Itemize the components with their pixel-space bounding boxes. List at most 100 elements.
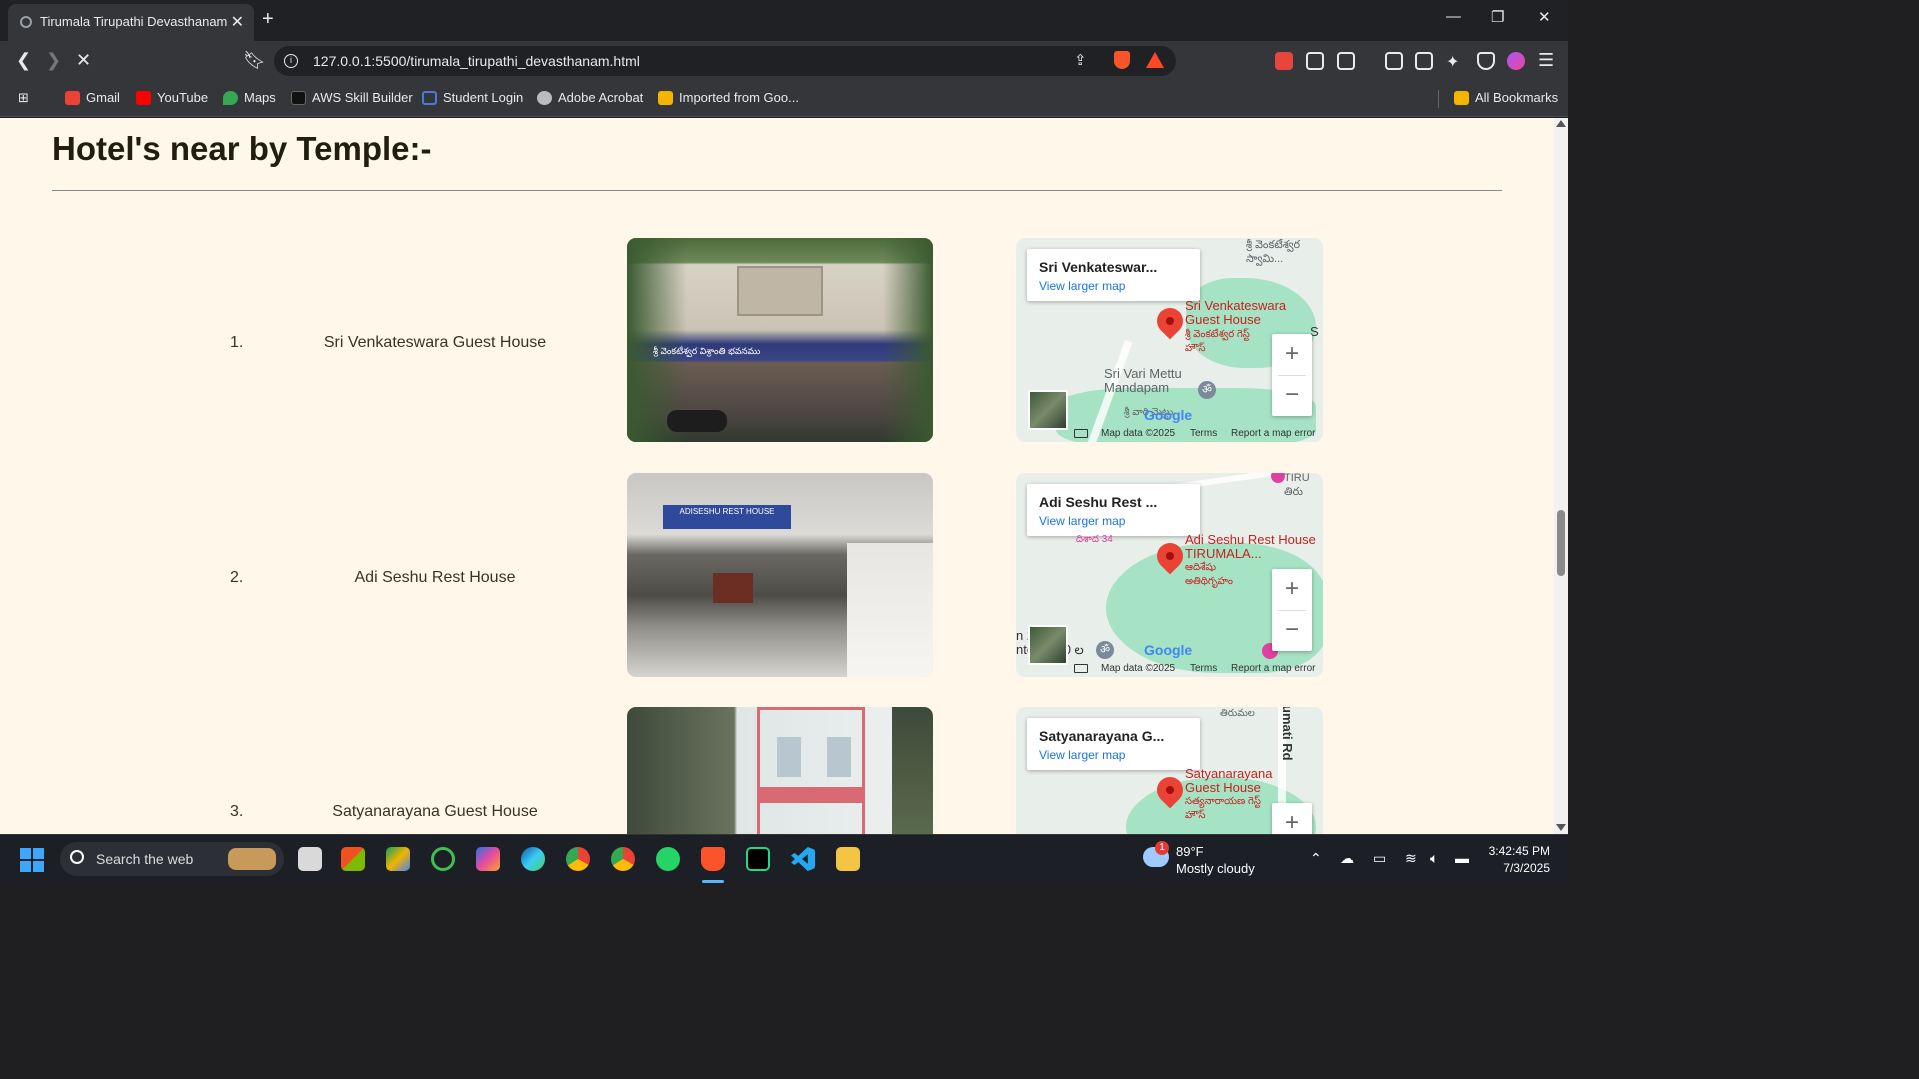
menu-icon[interactable]: ☰: [1538, 50, 1554, 71]
map-place-top: తిరుమల: [1220, 708, 1255, 719]
taskbar-search[interactable]: Search the web: [60, 842, 284, 876]
view-larger-map-link[interactable]: View larger map: [1039, 514, 1125, 528]
chrome-profile-icon[interactable]: [611, 847, 635, 871]
browser-tab-active[interactable]: Tirumala Tirupathi Devasthanam ✕: [8, 4, 254, 41]
zoom-out-icon[interactable]: −: [1272, 610, 1312, 651]
stop-loading-icon[interactable]: ✕: [76, 50, 91, 71]
site-info-icon[interactable]: i: [284, 54, 298, 68]
satellite-toggle[interactable]: [1028, 390, 1068, 430]
view-larger-map-link[interactable]: View larger map: [1039, 279, 1125, 293]
extension-red-icon[interactable]: [1275, 52, 1293, 70]
map-terms-link[interactable]: Terms: [1190, 428, 1217, 439]
tray-overflow-icon[interactable]: ⌃: [1310, 850, 1322, 867]
map-pin-label-te: సత్యనారాయణ గెస్ట్ హౌస్: [1185, 796, 1261, 821]
poi-marker-icon[interactable]: [1271, 473, 1285, 483]
scroll-up-icon[interactable]: [1556, 120, 1566, 127]
app-green-ring-icon[interactable]: [431, 847, 455, 871]
profile-avatar-icon[interactable]: [1507, 52, 1525, 70]
forward-icon[interactable]: ❯: [46, 50, 61, 71]
bookmark-imported[interactable]: Imported from Goo...: [658, 90, 799, 105]
microsoft-store-icon[interactable]: [341, 847, 365, 871]
hotel-map[interactable]: శ్రీ వెంకటేశ్వర స్వామి... Sri Venkateswa…: [1016, 238, 1323, 442]
file-explorer-icon[interactable]: [836, 847, 860, 871]
minimize-icon[interactable]: —: [1446, 8, 1461, 25]
windows-taskbar: Search the web 1 89°F Mostly cloudy ⌃ ☁ …: [0, 834, 1568, 883]
bookmark-all-bookmarks[interactable]: All Bookmarks: [1454, 90, 1558, 105]
heading-divider: [52, 190, 1502, 191]
vpn-shield-icon[interactable]: [1477, 52, 1495, 70]
volume-icon[interactable]: 🔈︎: [1430, 850, 1438, 867]
map-zoom-control[interactable]: + −: [1272, 803, 1312, 834]
vscode-icon[interactable]: [791, 847, 815, 871]
task-view-icon[interactable]: [298, 847, 322, 871]
weather-widget[interactable]: 89°F Mostly cloudy: [1176, 843, 1255, 877]
keyboard-shortcuts-icon[interactable]: [1074, 429, 1088, 438]
map-zoom-control[interactable]: + −: [1272, 334, 1312, 416]
display-icon[interactable]: ▭: [1373, 850, 1386, 867]
bookmark-adobe-acrobat[interactable]: Adobe Acrobat: [537, 90, 643, 105]
hotel-map[interactable]: TIRU తిరు Adi Seshu Rest ... View larger…: [1016, 473, 1323, 677]
bookmark-icon[interactable]: 🔖︎: [243, 50, 266, 71]
google-logo: Google: [1144, 407, 1193, 423]
google-drive-icon[interactable]: [386, 847, 410, 871]
keyboard-shortcuts-icon[interactable]: [1074, 664, 1088, 673]
satellite-toggle[interactable]: [1028, 625, 1068, 665]
bookmark-youtube[interactable]: YouTube: [136, 90, 208, 105]
bookmarks-bar: ⊞ Gmail YouTube Maps AWS Skill Builder S…: [0, 81, 1568, 117]
onedrive-icon[interactable]: ☁: [1340, 850, 1354, 867]
extensions-puzzle-icon[interactable]: [1306, 52, 1324, 70]
pycharm-icon[interactable]: [746, 847, 770, 871]
folder-icon: [658, 90, 673, 105]
url-text[interactable]: 127.0.0.1:5500/tirumala_tirupathi_devast…: [313, 53, 640, 69]
copilot-icon[interactable]: [476, 847, 500, 871]
bookmark-maps[interactable]: Maps: [223, 90, 276, 105]
hotel-row: 1. Sri Venkateswara Guest House శ్రీ వెం…: [0, 238, 1554, 442]
system-clock[interactable]: 3:42:45 PM 7/3/2025: [1470, 843, 1550, 877]
address-bar[interactable]: i 127.0.0.1:5500/tirumala_tirupathi_deva…: [274, 46, 1176, 76]
reader-mode-icon[interactable]: [1337, 52, 1355, 70]
temple-marker-icon[interactable]: ॐ: [1198, 381, 1216, 399]
brave-shields-icon[interactable]: [1114, 51, 1130, 69]
map-report-link[interactable]: Report a map error: [1231, 428, 1315, 439]
map-data-label: Map data ©2025: [1101, 663, 1176, 674]
scroll-down-icon[interactable]: [1556, 824, 1566, 831]
hotel-number: 2.: [230, 569, 244, 586]
chrome-icon[interactable]: [566, 847, 590, 871]
zoom-out-icon[interactable]: −: [1272, 375, 1312, 416]
close-window-icon[interactable]: ✕: [1538, 8, 1551, 26]
apps-grid-icon[interactable]: ⊞: [18, 90, 29, 106]
whatsapp-icon[interactable]: [656, 847, 680, 871]
battery-icon[interactable]: ▬: [1455, 850, 1469, 866]
sidebar-icon[interactable]: [1385, 52, 1403, 70]
map-data-label: Map data ©2025: [1101, 428, 1176, 439]
scrollbar-thumb[interactable]: [1557, 510, 1565, 576]
restore-icon[interactable]: ❐: [1491, 8, 1504, 26]
map-zoom-control[interactable]: + −: [1272, 569, 1312, 651]
hotel-map[interactable]: తిరుమల umati Rd Satyanarayana G... View …: [1016, 707, 1323, 834]
page-scrollbar[interactable]: [1554, 118, 1568, 834]
start-icon[interactable]: [20, 848, 44, 872]
wallet-icon[interactable]: [1415, 52, 1433, 70]
back-icon[interactable]: ❮: [16, 50, 31, 71]
new-tab-icon[interactable]: +: [262, 8, 274, 31]
zoom-in-icon[interactable]: +: [1272, 569, 1312, 610]
bookmark-aws[interactable]: AWS Skill Builder: [291, 90, 413, 105]
map-report-link[interactable]: Report a map error: [1231, 663, 1315, 674]
wifi-icon[interactable]: ≋: [1405, 850, 1417, 867]
bookmark-student-login[interactable]: Student Login: [422, 90, 523, 105]
brave-rewards-icon[interactable]: [1146, 52, 1164, 68]
bookmark-gmail[interactable]: Gmail: [65, 90, 120, 105]
brave-taskbar-icon[interactable]: [701, 847, 725, 871]
temple-marker-icon[interactable]: ॐ: [1096, 641, 1114, 659]
edge-icon[interactable]: [521, 847, 545, 871]
map-pin-icon[interactable]: [1151, 302, 1189, 340]
view-larger-map-link[interactable]: View larger map: [1039, 748, 1125, 762]
tab-close-icon[interactable]: ✕: [231, 12, 244, 32]
leo-ai-icon[interactable]: ✦: [1446, 52, 1464, 71]
photo-sign-text: శ్రీ వెంకటేశ్వర విశ్రాంతి భవనము: [653, 346, 761, 356]
zoom-in-icon[interactable]: +: [1272, 334, 1312, 375]
map-terms-link[interactable]: Terms: [1190, 663, 1217, 674]
share-icon[interactable]: ⇪: [1074, 51, 1087, 69]
hotel-photo: శ్రీ వెంకటేశ్వర విశ్రాంతి భవనము: [627, 238, 933, 442]
zoom-in-icon[interactable]: +: [1272, 803, 1312, 834]
